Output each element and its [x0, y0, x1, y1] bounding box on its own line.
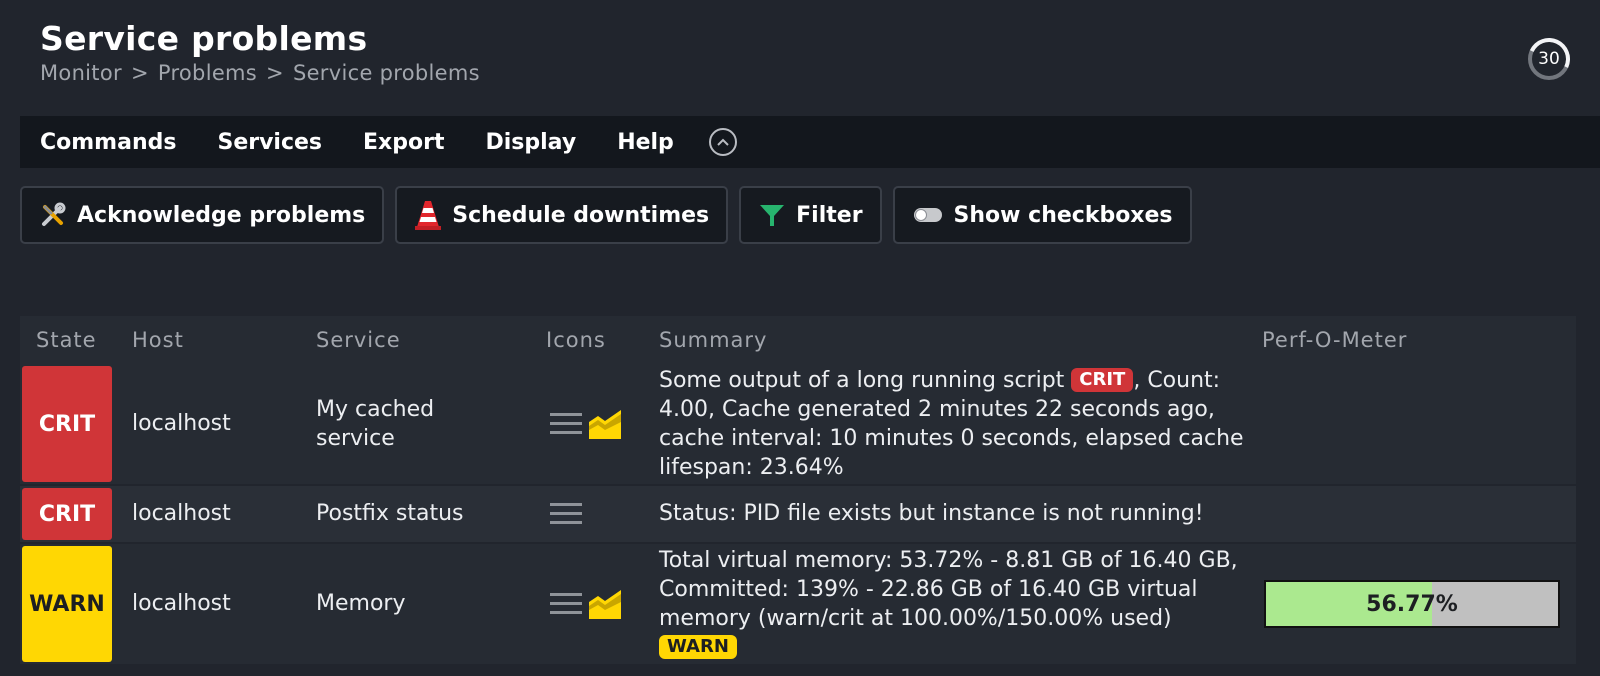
menu-help[interactable]: Help — [617, 130, 674, 155]
breadcrumb-item-service-problems[interactable]: Service problems — [293, 61, 480, 85]
traffic-cone-icon — [414, 201, 442, 230]
perf-o-meter-label: 56.77% — [1366, 591, 1458, 617]
row-icons — [550, 408, 622, 440]
column-header-service[interactable]: Service — [316, 328, 401, 352]
host-link[interactable]: localhost — [132, 409, 231, 438]
summary-text: Status: PID file exists but instance is … — [659, 501, 1204, 526]
column-header-host[interactable]: Host — [132, 328, 184, 352]
wrench-screwdriver-icon — [39, 201, 67, 229]
page-title: Service problems — [40, 19, 368, 58]
refresh-countdown[interactable]: 30 — [1528, 38, 1570, 80]
table-row: WARN localhost Memory Total virtual memo… — [20, 544, 1576, 666]
filter-button[interactable]: Filter — [739, 186, 882, 244]
show-checkboxes-button[interactable]: Show checkboxes — [892, 186, 1192, 244]
schedule-downtimes-button[interactable]: Schedule downtimes — [395, 186, 729, 244]
state-badge[interactable]: CRIT — [22, 366, 112, 482]
acknowledge-problems-button[interactable]: Acknowledge problems — [20, 186, 385, 244]
menu-services[interactable]: Services — [217, 130, 322, 155]
schedule-downtimes-label: Schedule downtimes — [452, 202, 710, 228]
breadcrumb-item-problems[interactable]: Problems — [158, 61, 257, 85]
toggle-switch-icon — [912, 201, 944, 229]
summary-text: Total virtual memory: 53.72% - 8.81 GB o… — [659, 546, 1239, 662]
service-link[interactable]: Memory — [316, 589, 405, 618]
acknowledge-problems-label: Acknowledge problems — [77, 202, 366, 228]
summary-text: Some output of a long running script CRI… — [659, 366, 1259, 482]
host-link[interactable]: localhost — [132, 589, 231, 618]
graph-icon[interactable] — [588, 408, 622, 440]
menu-icon[interactable] — [550, 411, 582, 437]
breadcrumb: Monitor > Problems > Service problems — [40, 61, 480, 86]
column-header-state[interactable]: State — [36, 328, 97, 352]
menu-commands[interactable]: Commands — [40, 130, 176, 155]
column-header-perf-o-meter[interactable]: Perf-O-Meter — [1262, 328, 1407, 352]
menu-bar: Commands Services Export Display Help — [20, 116, 1600, 168]
state-badge[interactable]: CRIT — [22, 488, 112, 540]
page-header: Service problems Monitor > Problems > Servic… — [40, 18, 480, 85]
collapse-menu-button[interactable] — [708, 128, 737, 156]
filter-label: Filter — [796, 202, 863, 228]
filter-funnel-icon — [758, 201, 786, 229]
summary-state-badge: CRIT — [1071, 368, 1134, 392]
menu-display[interactable]: Display — [485, 130, 576, 155]
menu-export[interactable]: Export — [363, 130, 444, 155]
menu-icon[interactable] — [550, 501, 582, 527]
chevron-up-icon — [717, 138, 729, 146]
state-badge[interactable]: WARN — [22, 546, 112, 662]
action-toolbar: Acknowledge problems Schedule downtimes … — [20, 186, 1192, 244]
row-icons — [550, 501, 582, 527]
table-row: CRIT localhost Postfix status Status: PI… — [20, 486, 1576, 544]
refresh-seconds: 30 — [1538, 49, 1560, 69]
summary-state-badge: WARN — [659, 635, 737, 659]
graph-icon[interactable] — [588, 588, 622, 620]
column-header-summary[interactable]: Summary — [659, 328, 767, 352]
breadcrumb-item-monitor[interactable]: Monitor — [40, 61, 122, 85]
table-header: State Host Service Icons Summary Perf-O-… — [20, 316, 1576, 364]
table-row: CRIT localhost My cached service Some ou… — [20, 364, 1576, 486]
row-icons — [550, 588, 622, 620]
show-checkboxes-label: Show checkboxes — [953, 202, 1173, 228]
menu-icon[interactable] — [550, 591, 582, 617]
service-link[interactable]: Postfix status — [316, 499, 464, 528]
service-problems-table: State Host Service Icons Summary Perf-O-… — [20, 316, 1576, 666]
service-link[interactable]: My cached service — [316, 395, 516, 453]
host-link[interactable]: localhost — [132, 499, 231, 528]
column-header-icons: Icons — [546, 328, 606, 352]
summary-pre: Total virtual memory: 53.72% - 8.81 GB o… — [659, 548, 1238, 631]
summary-pre: Some output of a long running script — [659, 368, 1065, 393]
perf-o-meter[interactable]: 56.77% — [1264, 580, 1560, 628]
